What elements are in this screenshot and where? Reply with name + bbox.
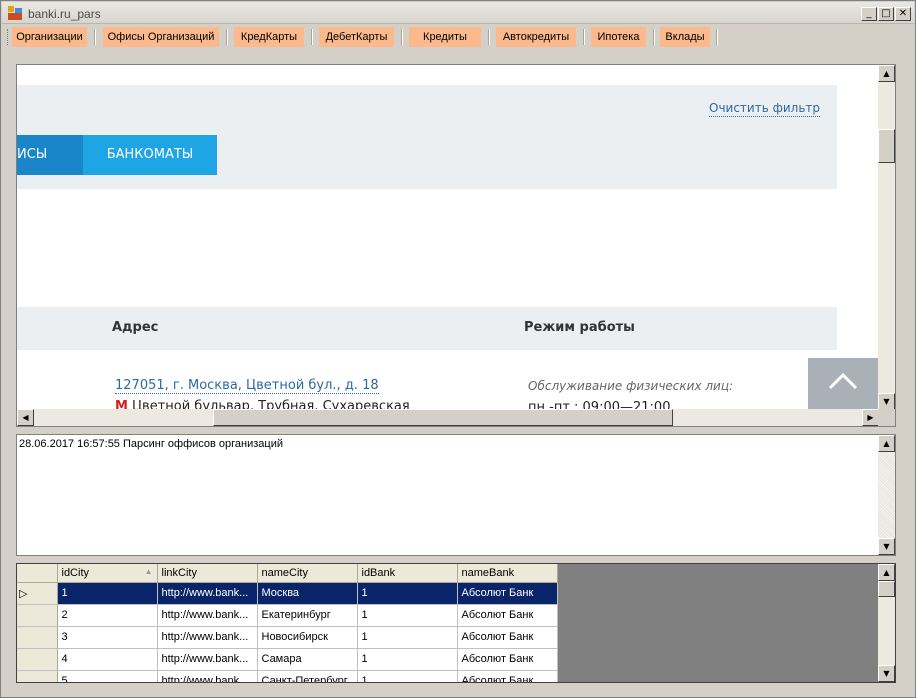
cell-linkcity[interactable]: http://www.bank... [157, 648, 258, 671]
clear-filter-link[interactable]: Очистить фильтр [709, 101, 821, 117]
cell-linkcity[interactable]: http://www.bank... [157, 626, 258, 649]
grid-vertical-scrollbar[interactable]: ▲ ▼ [878, 564, 895, 682]
tool-debit-cards[interactable]: ДебетКарты [319, 27, 394, 47]
column-header-namebank[interactable]: nameBank [457, 564, 558, 583]
tool-auto-credits[interactable]: Автокредиты [496, 27, 576, 47]
filter-bar: Очистить фильтр ИСЫ БАНКОМАТЫ [17, 85, 837, 189]
grid-scroll-thumb[interactable] [878, 581, 895, 597]
cell-namebank[interactable]: Абсолют Банк [457, 670, 558, 682]
cell-namebank[interactable]: Абсолют Банк [457, 648, 558, 671]
window-title: banki.ru_pars [28, 7, 101, 21]
log-scroll-down-icon[interactable]: ▼ [878, 538, 895, 555]
hours-column-header: Режим работы [524, 320, 635, 335]
table-row[interactable]: 5 http://www.bank... Санкт-Петербург 1 А… [17, 670, 558, 682]
cell-idbank[interactable]: 1 [357, 582, 458, 605]
row-header[interactable] [17, 648, 58, 671]
scroll-to-top-button[interactable] [808, 358, 879, 410]
chevron-up-icon [828, 372, 858, 390]
grid-scroll-up-icon[interactable]: ▲ [878, 564, 895, 581]
cell-idcity[interactable]: 1 [57, 582, 158, 605]
cell-namebank[interactable]: Абсолют Банк [457, 626, 558, 649]
service-label: Обслуживание физических лиц: [528, 379, 734, 393]
browser-vertical-scrollbar[interactable]: ▲ ▼ [878, 65, 895, 410]
scroll-down-arrow-icon[interactable]: ▼ [878, 393, 895, 410]
log-line: 28.06.2017 16:57:55 Парсинг оффисов орга… [19, 438, 284, 450]
table-row[interactable]: 2 http://www.bank... Екатеринбург 1 Абсо… [17, 604, 558, 627]
tab-offices[interactable]: ИСЫ [17, 135, 83, 175]
cell-linkcity[interactable]: http://www.bank... [157, 582, 258, 605]
data-grid[interactable]: idCity ▲ linkCity nameCity idBank nameBan… [16, 563, 896, 683]
hscroll-thumb[interactable] [213, 409, 673, 426]
cell-namecity[interactable]: Москва [257, 582, 358, 605]
scroll-up-arrow-icon[interactable]: ▲ [878, 65, 895, 82]
offices-table-header: Адрес Режим работы [17, 307, 837, 350]
tab-atms[interactable]: БАНКОМАТЫ [83, 135, 217, 175]
scroll-left-arrow-icon[interactable]: ◀ [17, 409, 34, 426]
app-icon [8, 6, 22, 20]
cell-idbank[interactable]: 1 [357, 670, 458, 682]
log-vertical-scrollbar[interactable]: ▲ ▼ [878, 435, 895, 555]
tool-credit-cards[interactable]: КредКарты [234, 27, 304, 47]
cell-namecity[interactable]: Санкт-Петербург [257, 670, 358, 682]
browser-horizontal-scrollbar[interactable]: ◀ ▶ [17, 409, 879, 426]
office-address-link[interactable]: 127051, г. Москва, Цветной бул., д. 18 [115, 378, 379, 394]
title-bar[interactable]: banki.ru_pars _ □ ✕ [2, 2, 914, 24]
close-button[interactable]: ✕ [895, 7, 911, 21]
cell-idcity[interactable]: 5 [57, 670, 158, 682]
maximize-button[interactable]: □ [878, 7, 894, 21]
table-row[interactable]: 3 http://www.bank... Новосибирск 1 Абсол… [17, 626, 558, 649]
row-header[interactable] [17, 604, 58, 627]
log-textbox[interactable]: 28.06.2017 16:57:55 Парсинг оффисов орга… [16, 434, 896, 556]
grid-scroll-down-icon[interactable]: ▼ [878, 665, 895, 682]
table-row[interactable]: ▷ 1 http://www.bank... Москва 1 Абсолют … [17, 582, 558, 605]
cell-idbank[interactable]: 1 [357, 604, 458, 627]
cell-linkcity[interactable]: http://www.bank... [157, 670, 258, 682]
toolstrip-grip[interactable] [7, 29, 10, 45]
cell-idcity[interactable]: 4 [57, 648, 158, 671]
log-scroll-up-icon[interactable]: ▲ [878, 435, 895, 452]
sort-arrow-icon: ▲ [144, 566, 153, 576]
scroll-corner [878, 409, 895, 426]
cell-namecity[interactable]: Екатеринбург [257, 604, 358, 627]
cell-idbank[interactable]: 1 [357, 648, 458, 671]
row-header[interactable] [17, 626, 58, 649]
address-column-header: Адрес [112, 320, 159, 335]
column-header-namecity[interactable]: nameCity [257, 564, 358, 583]
scroll-thumb[interactable] [878, 129, 895, 163]
web-browser-panel[interactable]: Очистить фильтр ИСЫ БАНКОМАТЫ Адрес Режи… [16, 64, 896, 427]
column-header-idcity[interactable]: idCity ▲ [57, 564, 158, 583]
cell-namecity[interactable]: Новосибирск [257, 626, 358, 649]
scroll-right-arrow-icon[interactable]: ▶ [862, 409, 879, 426]
tool-organizations[interactable]: Организации [12, 27, 87, 47]
cell-namecity[interactable]: Самара [257, 648, 358, 671]
tool-mortgage[interactable]: Ипотека [591, 27, 646, 47]
tool-org-offices[interactable]: Офисы Организаций [103, 27, 219, 47]
column-header-idbank[interactable]: idBank [357, 564, 458, 583]
cell-namebank[interactable]: Абсолют Банк [457, 604, 558, 627]
row-header-corner [17, 564, 58, 583]
current-row-indicator-icon[interactable]: ▷ [17, 582, 58, 605]
cell-idbank[interactable]: 1 [357, 626, 458, 649]
table-row[interactable]: 4 http://www.bank... Самара 1 Абсолют Ба… [17, 648, 558, 671]
cell-idcity[interactable]: 3 [57, 626, 158, 649]
tool-deposits[interactable]: Вклады [660, 27, 710, 47]
cell-namebank[interactable]: Абсолют Банк [457, 582, 558, 605]
column-header-linkcity[interactable]: linkCity [157, 564, 258, 583]
tool-strip: Организации Офисы Организаций КредКарты … [2, 25, 914, 49]
cell-linkcity[interactable]: http://www.bank... [157, 604, 258, 627]
row-header[interactable] [17, 670, 58, 682]
cell-idcity[interactable]: 2 [57, 604, 158, 627]
minimize-button[interactable]: _ [861, 7, 877, 21]
grid-table: idCity ▲ linkCity nameCity idBank nameBan… [17, 564, 558, 682]
tool-credits[interactable]: Кредиты [409, 27, 481, 47]
web-content: Очистить фильтр ИСЫ БАНКОМАТЫ Адрес Режи… [17, 65, 879, 410]
app-window: banki.ru_pars _ □ ✕ Организации Офисы Ор… [0, 0, 916, 698]
